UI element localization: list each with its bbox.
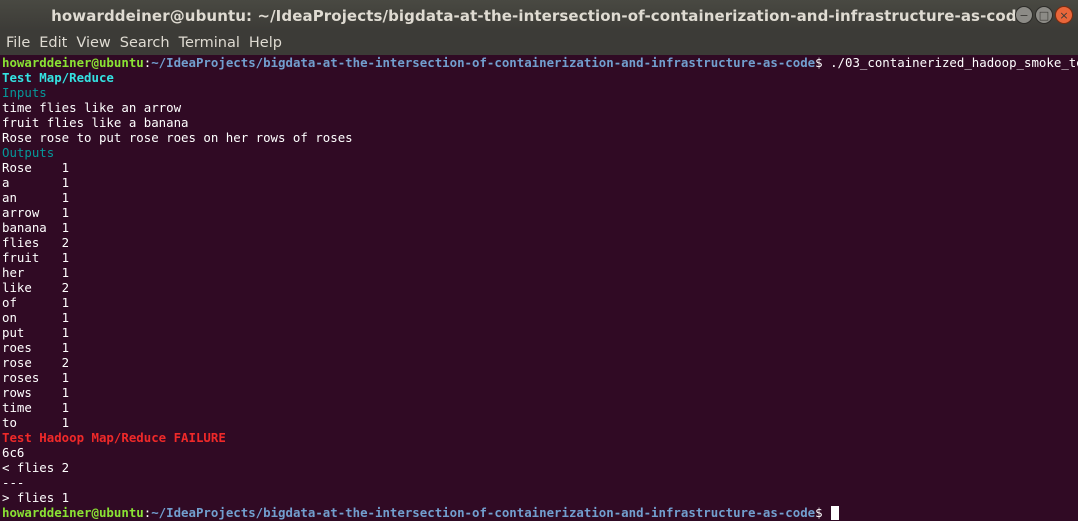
output-line: of 1 [2,295,70,310]
prompt-command: ./03_containerized_hadoop_smoke_test.sh [830,55,1078,70]
menu-edit[interactable]: Edit [35,31,71,55]
diff-line: > flies 1 [2,490,70,505]
input-line: time flies like an arrow [2,100,182,115]
output-line: put 1 [2,325,70,340]
output-line: arrow 1 [2,205,70,220]
output-line: time 1 [2,400,70,415]
prompt-user-host: howarddeiner@ubuntu [2,505,144,520]
output-line: rose 2 [2,355,70,370]
menu-view[interactable]: View [72,31,114,55]
window-title: howarddeiner@ubuntu: ~/IdeaProjects/bigd… [51,6,1027,25]
inputs-label: Inputs [2,85,47,100]
output-line: fruit 1 [2,250,70,265]
output-line: rows 1 [2,385,70,400]
output-line: an 1 [2,190,70,205]
output-line: banana 1 [2,220,70,235]
outputs-label: Outputs [2,145,55,160]
input-line: fruit flies like a banana [2,115,189,130]
output-line: flies 2 [2,235,70,250]
output-line: her 1 [2,265,70,280]
menu-file[interactable]: File [2,31,34,55]
output-line: to 1 [2,415,70,430]
output-line: roes 1 [2,340,70,355]
diff-line: --- [2,475,25,490]
output-line: roses 1 [2,370,70,385]
menu-bar: File Edit View Search Terminal Help [0,31,1078,55]
output-line: on 1 [2,310,70,325]
prompt-symbol: $ [815,505,831,520]
terminal-output[interactable]: howarddeiner@ubuntu:~/IdeaProjects/bigda… [0,55,1078,521]
prompt-path: ~/IdeaProjects/bigdata-at-the-intersecti… [151,55,816,70]
close-icon[interactable]: × [1055,6,1073,24]
menu-help[interactable]: Help [245,31,286,55]
failure-message: Test Hadoop Map/Reduce FAILURE [2,430,226,445]
diff-line: 6c6 [2,445,25,460]
menu-search[interactable]: Search [116,31,174,55]
maximize-icon[interactable]: □ [1035,6,1053,24]
command-line: howarddeiner@ubuntu:~/IdeaProjects/bigda… [0,55,1078,70]
text-cursor [831,506,840,520]
prompt-path: ~/IdeaProjects/bigdata-at-the-intersecti… [151,505,816,520]
diff-line: < flies 2 [2,460,70,475]
menu-terminal[interactable]: Terminal [175,31,244,55]
output-line: Rose 1 [2,160,70,175]
test-header: Test Map/Reduce [2,70,114,85]
terminal-window: howarddeiner@ubuntu: ~/IdeaProjects/bigd… [0,0,1078,521]
minimize-icon[interactable]: − [1015,6,1033,24]
prompt-line[interactable]: howarddeiner@ubuntu:~/IdeaProjects/bigda… [0,505,1078,520]
prompt-user-host: howarddeiner@ubuntu [2,55,144,70]
input-line: Rose rose to put rose roes on her rows o… [2,130,353,145]
title-bar[interactable]: howarddeiner@ubuntu: ~/IdeaProjects/bigd… [0,0,1078,31]
output-line: like 2 [2,280,70,295]
prompt-symbol: $ [815,55,831,70]
output-line: a 1 [2,175,70,190]
